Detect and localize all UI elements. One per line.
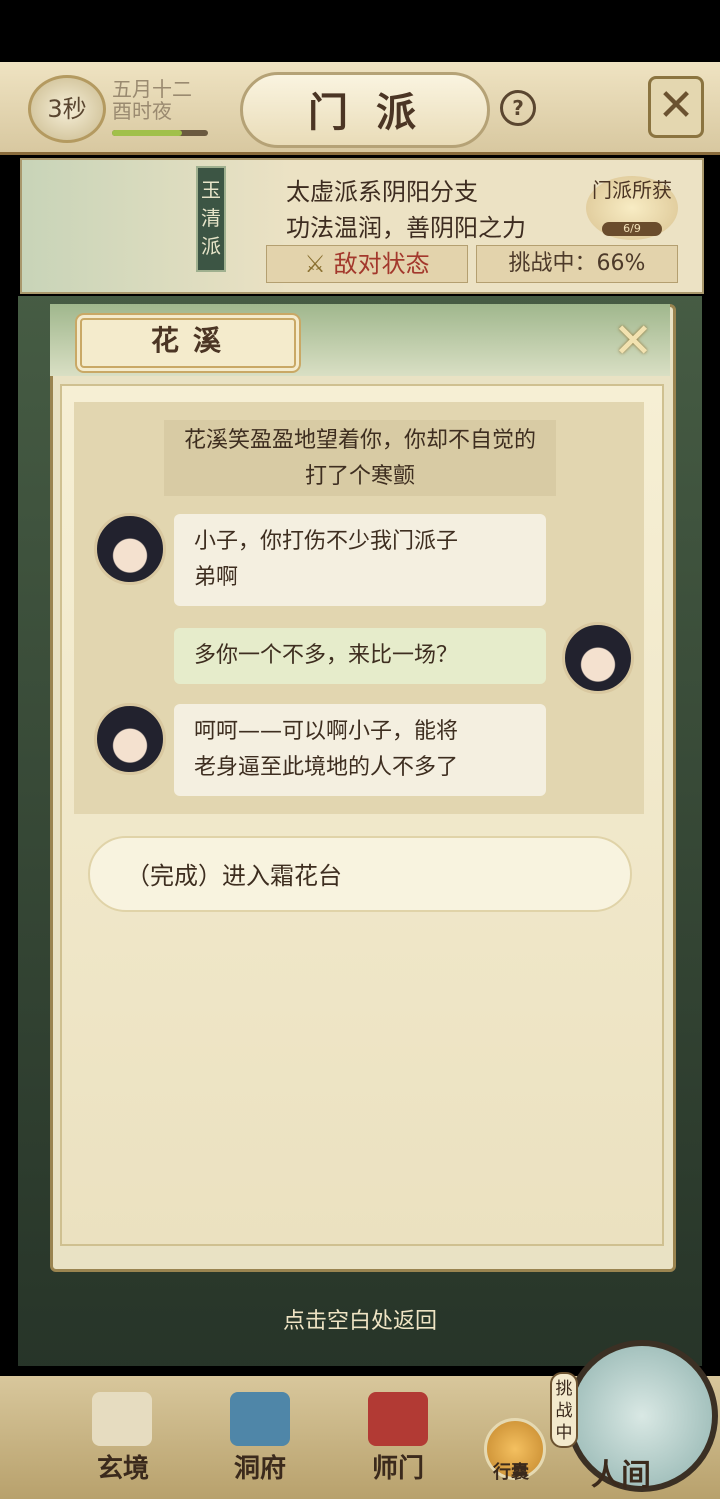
npc-message-bubble: 小子，你打伤不少我门派子 弟啊	[174, 514, 546, 606]
nav-item-shimen[interactable]: 师门	[353, 1448, 443, 1485]
dialog-option-button[interactable]: （完成）进入霜花台	[88, 836, 632, 912]
nav-item-xuanjing[interactable]: 玄境	[78, 1448, 168, 1485]
banner-icon	[368, 1392, 428, 1446]
narration-line-1: 花溪笑盈盈地望着你，你却不自觉的	[183, 428, 536, 453]
timer-badge: 3秒	[28, 75, 106, 143]
game-date: 五月十二 酉时夜	[112, 78, 232, 122]
enemy-status-label: 敌对状态	[333, 250, 430, 278]
date-line-2: 酉时夜	[112, 99, 172, 123]
message-line: 弟啊	[194, 565, 239, 590]
sect-desc-line-1: 太虚派系阴阳分支	[286, 178, 478, 206]
player-message-bubble: 多你一个不多，来比一场？	[174, 628, 546, 684]
narration-line-2: 打了个寒颤	[304, 464, 415, 489]
page-title: 门派	[308, 89, 444, 136]
player-avatar	[562, 622, 634, 694]
time-progress-fill	[112, 130, 182, 136]
nav-item-dongfu[interactable]: 洞府	[215, 1448, 305, 1485]
nav-item-xingnang[interactable]: 行囊	[466, 1458, 556, 1484]
message-line: 呵呵——可以啊小子，能将	[194, 719, 459, 744]
message-line: 小子，你打伤不少我门派子	[194, 529, 459, 554]
nav-item-renjian[interactable]: 人间	[576, 1450, 666, 1494]
date-line-1: 五月十二	[112, 77, 192, 101]
loot-count: 6/9	[602, 222, 662, 236]
sect-banner: 玉清派	[196, 166, 226, 272]
scroll-icon	[92, 1392, 152, 1446]
npc-name: 花溪	[150, 324, 235, 357]
help-icon[interactable]: ?	[500, 90, 536, 126]
pavilion-icon	[230, 1392, 290, 1446]
message-line: 老身逼至此境地的人不多了	[194, 755, 459, 780]
dialog-close-icon[interactable]: ✕	[608, 317, 658, 366]
challenge-progress: 挑战中：66%	[476, 245, 678, 283]
crossed-swords-icon: ⚔	[304, 250, 326, 278]
npc-message-bubble: 呵呵——可以啊小子，能将 老身逼至此境地的人不多了	[174, 704, 546, 796]
challenge-tag: 挑战中	[550, 1372, 578, 1448]
message-line: 多你一个不多，来比一场？	[194, 643, 459, 668]
npc-avatar	[94, 513, 166, 585]
tap-to-return-hint[interactable]: 点击空白处返回	[0, 1306, 720, 1338]
sect-desc-line-2: 功法温润，善阴阳之力	[286, 214, 526, 242]
npc-avatar	[94, 703, 166, 775]
close-icon[interactable]: ✕	[648, 76, 704, 138]
narration-text: 花溪笑盈盈地望着你，你却不自觉的 打了个寒颤	[164, 420, 556, 496]
sect-description: 太虚派系阴阳分支 功法温润，善阴阳之力	[286, 174, 526, 246]
enemy-status-badge: ⚔ 敌对状态	[266, 245, 468, 283]
